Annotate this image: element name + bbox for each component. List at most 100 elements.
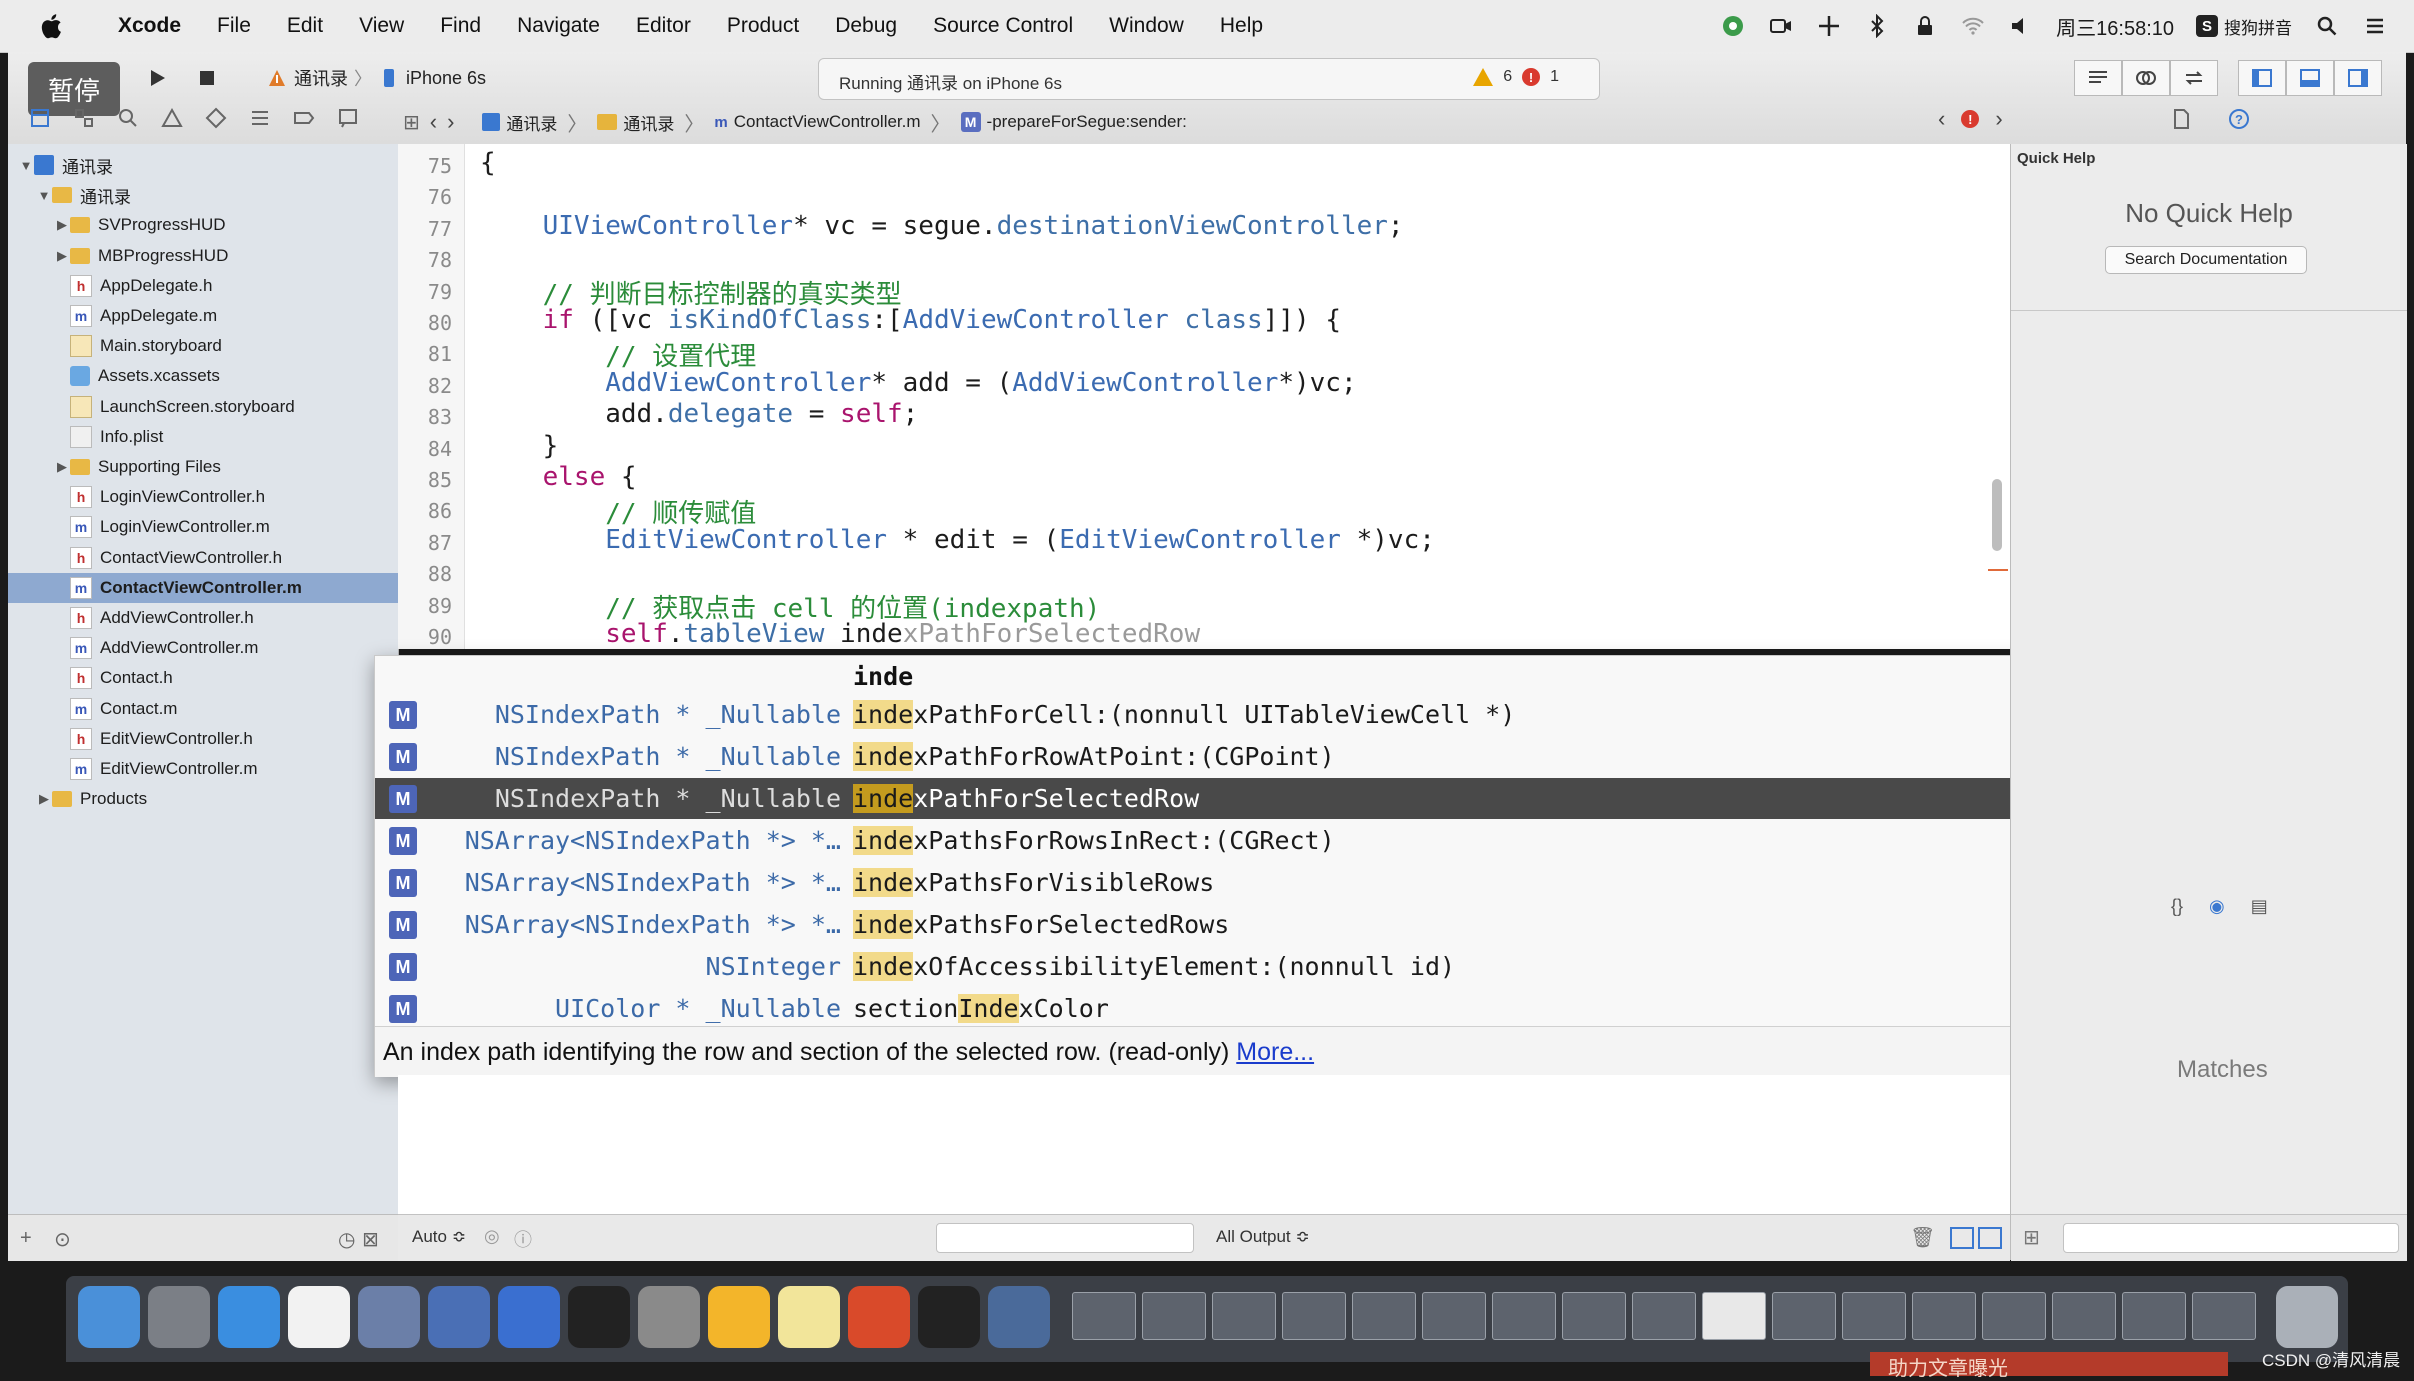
menu-help[interactable]: Help xyxy=(1202,14,1281,38)
minimized-window-thumbnail[interactable] xyxy=(2192,1292,2256,1340)
variables-scope-popup[interactable]: Auto ≎ xyxy=(412,1227,466,1247)
tree-item[interactable]: m AppDelegate.m xyxy=(8,301,398,331)
notification-center-icon[interactable] xyxy=(2362,13,2388,39)
apple-menu-icon[interactable] xyxy=(34,8,70,44)
clear-console-icon[interactable]: 🗑 xyxy=(1910,1225,1935,1250)
scm-filter-icon[interactable]: ⊠ xyxy=(362,1227,379,1252)
issue-navigator-icon[interactable] xyxy=(158,104,186,132)
terminal-icon[interactable] xyxy=(568,1286,630,1348)
clock[interactable]: 周三16:58:10 xyxy=(2056,12,2174,41)
file-inspector-icon[interactable] xyxy=(2168,106,2194,132)
minimized-window-thumbnail[interactable] xyxy=(1352,1292,1416,1340)
jump-group[interactable]: 通讯录 xyxy=(597,110,674,135)
menu-xcode[interactable]: Xcode xyxy=(100,14,199,38)
stop-button[interactable] xyxy=(184,60,230,96)
photo-slideshow-icon[interactable] xyxy=(358,1286,420,1348)
recent-filter-icon[interactable]: ⊙ xyxy=(54,1227,71,1252)
jump-file[interactable]: m ContactViewController.m xyxy=(714,112,920,132)
disclosure-triangle-icon[interactable]: ▼ xyxy=(18,158,34,173)
disclosure-triangle-icon[interactable]: ▶ xyxy=(54,217,70,233)
minimized-window-thumbnail[interactable] xyxy=(1562,1292,1626,1340)
xcode-icon[interactable] xyxy=(428,1286,490,1348)
menu-file[interactable]: File xyxy=(199,14,269,38)
previous-issue-button[interactable]: ‹ xyxy=(1938,106,1945,132)
completion-item[interactable]: M NSIndexPath * _Nullable indexPathForRowA… xyxy=(375,736,2143,777)
tree-item[interactable]: ▶ MBProgressHUD xyxy=(8,241,398,271)
minimized-window-thumbnail[interactable] xyxy=(1072,1292,1136,1340)
wifi-icon[interactable] xyxy=(1960,13,1986,39)
console-icon[interactable] xyxy=(918,1286,980,1348)
run-button[interactable] xyxy=(134,60,180,96)
minimized-window-thumbnail[interactable] xyxy=(1842,1292,1906,1340)
back-button[interactable]: ‹ xyxy=(430,109,437,135)
tree-item[interactable]: ▼ 通讯录 xyxy=(8,180,398,210)
assistant-editor-button[interactable] xyxy=(2122,60,2170,96)
menu-source-control[interactable]: Source Control xyxy=(915,14,1091,38)
sketch-icon[interactable] xyxy=(708,1286,770,1348)
notes-icon[interactable] xyxy=(778,1286,840,1348)
breakpoint-navigator-icon[interactable] xyxy=(290,104,318,132)
spotlight-search-icon[interactable] xyxy=(2314,13,2340,39)
volume-icon[interactable] xyxy=(2008,13,2034,39)
eye-icon[interactable]: ◎ xyxy=(484,1226,500,1247)
tree-item[interactable]: Assets.xcassets xyxy=(8,361,398,391)
variables-filter-field[interactable] xyxy=(936,1223,1194,1253)
library-filter-field[interactable] xyxy=(2063,1223,2399,1253)
presentation-icon[interactable] xyxy=(848,1286,910,1348)
input-method[interactable]: S 搜狗拼音 xyxy=(2196,14,2292,39)
tree-item[interactable]: m AddViewController.m xyxy=(8,633,398,663)
menu-view[interactable]: View xyxy=(341,14,422,38)
menu-edit[interactable]: Edit xyxy=(269,14,341,38)
tree-item[interactable]: Info.plist xyxy=(8,422,398,452)
error-indicator-icon[interactable]: ! xyxy=(1961,110,1980,128)
tree-item[interactable]: ▶ SVProgressHUD xyxy=(8,210,398,240)
debug-navigator-icon[interactable] xyxy=(246,104,274,132)
next-issue-button[interactable]: › xyxy=(1995,106,2002,132)
minimized-window-thumbnail[interactable] xyxy=(1492,1292,1556,1340)
minimized-window-thumbnail[interactable] xyxy=(1632,1292,1696,1340)
search-documentation-button[interactable]: Search Documentation xyxy=(2105,246,2307,274)
toggle-inspector-button[interactable] xyxy=(2334,60,2382,96)
toggle-debug-area-button[interactable] xyxy=(2286,60,2334,96)
completion-item[interactable]: M NSIndexPath * _Nullable indexPathForCell… xyxy=(375,694,2143,735)
finder-icon[interactable] xyxy=(78,1286,140,1348)
disclosure-triangle-icon[interactable]: ▶ xyxy=(36,791,52,807)
report-navigator-icon[interactable] xyxy=(334,104,362,132)
related-items-icon[interactable]: ⊞ xyxy=(403,110,420,135)
quicktime-icon[interactable] xyxy=(988,1286,1050,1348)
jump-project[interactable]: 通讯录 xyxy=(482,110,557,135)
add-file-icon[interactable]: + xyxy=(20,1227,32,1250)
menu-window[interactable]: Window xyxy=(1091,14,1202,38)
minimized-window-thumbnail[interactable] xyxy=(1422,1292,1486,1340)
disclosure-triangle-icon[interactable]: ▶ xyxy=(54,459,70,475)
minimized-window-thumbnail[interactable] xyxy=(1142,1292,1206,1340)
bluetooth-icon[interactable] xyxy=(1864,13,1890,39)
minimized-window-thumbnail[interactable] xyxy=(1702,1292,1766,1340)
trash-icon[interactable] xyxy=(2276,1286,2338,1348)
screen-record-icon[interactable] xyxy=(1768,13,1794,39)
tree-item[interactable]: ▼ 通讯录 xyxy=(8,150,398,180)
minimized-window-thumbnail[interactable] xyxy=(1982,1292,2046,1340)
completion-item[interactable]: M NSArray<NSIndexPath *> *… indexPathsForV… xyxy=(375,862,2143,903)
tree-item[interactable]: m EditViewController.m xyxy=(8,754,398,784)
tree-item[interactable]: h AppDelegate.h xyxy=(8,271,398,301)
project-navigator-icon[interactable] xyxy=(26,104,54,132)
left-view-icon[interactable] xyxy=(1950,1227,1974,1249)
tree-item[interactable]: ▶ Supporting Files xyxy=(8,452,398,482)
menu-debug[interactable]: Debug xyxy=(817,14,915,38)
tree-item[interactable]: h ContactViewController.h xyxy=(8,543,398,573)
test-navigator-icon[interactable] xyxy=(202,104,230,132)
history-filter-icon[interactable]: ◷ xyxy=(338,1227,355,1252)
find-navigator-icon[interactable] xyxy=(114,104,142,132)
toggle-navigator-button[interactable] xyxy=(2238,60,2286,96)
app-status-icon[interactable] xyxy=(1720,13,1746,39)
version-editor-button[interactable] xyxy=(2170,60,2218,96)
disclosure-triangle-icon[interactable]: ▶ xyxy=(54,248,70,264)
standard-editor-button[interactable] xyxy=(2074,60,2122,96)
menu-navigate[interactable]: Navigate xyxy=(499,14,618,38)
tree-item[interactable]: m ContactViewController.m xyxy=(8,572,398,603)
source-editor[interactable]: 75 76 77 78 79 80 81 82 83 84 85 86 87 88 89 90 { UIVie… xyxy=(398,144,2010,649)
code-snippet-tab-icon[interactable]: {} xyxy=(2171,896,2183,917)
minimized-window-thumbnail[interactable] xyxy=(1212,1292,1276,1340)
media-library-tab-icon[interactable]: ▤ xyxy=(2251,896,2268,917)
